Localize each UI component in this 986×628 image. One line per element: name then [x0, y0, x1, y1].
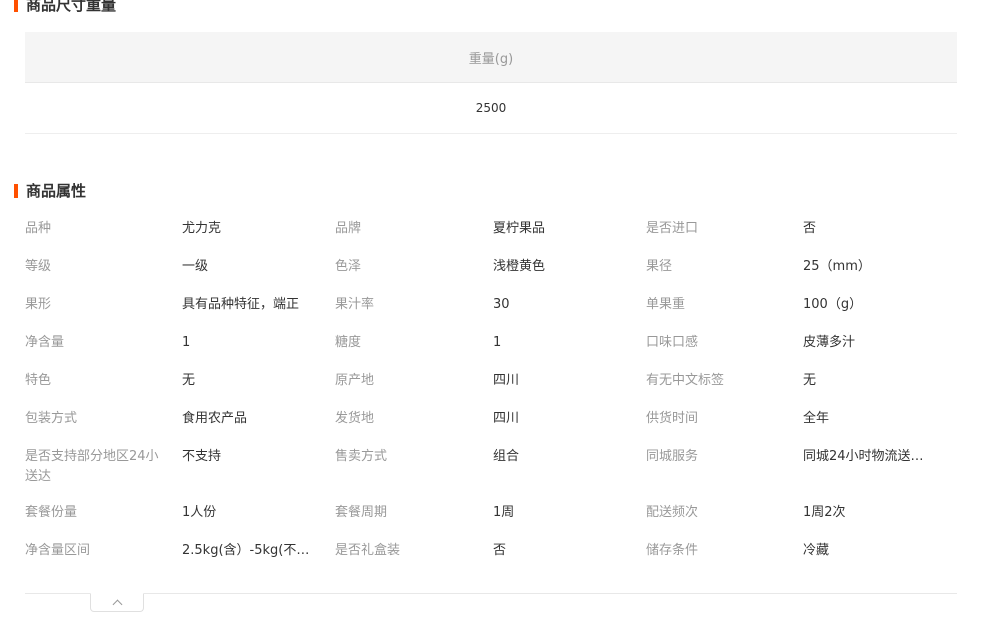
attribute-label: 售卖方式 — [335, 449, 388, 464]
attribute-value: 25（mm） — [803, 259, 871, 274]
attribute-label: 有无中文标签 — [646, 373, 725, 388]
attribute-label: 单果重 — [646, 297, 686, 312]
attribute-value: 不支持 — [182, 449, 222, 464]
collapse-button[interactable] — [90, 593, 144, 612]
attribute-value: 冷藏 — [803, 543, 830, 558]
weight-value: 2500 — [25, 83, 957, 134]
attributes-grid: 品种 尤力克 品牌 夏柠果品 是否进口否等级 一级 色泽 浅橙黄色 果径 25（mm） 果形 具有品种… — [25, 208, 957, 568]
attribute-row: 特色 无 原产地 四川 有无中文标签 无 — [25, 360, 957, 398]
attribute-row: 套餐份量 1人份 套餐周期 1周 配送频次 1周2次 — [25, 492, 957, 530]
attribute-label: 配送频次 — [646, 505, 699, 520]
attribute-value: 1 — [182, 335, 191, 350]
attribute-label: 果径 — [646, 259, 673, 274]
weight-column-header: 重量(g) — [25, 32, 957, 83]
attribute-row: 包装方式 食用农产品 发货地 四川 供货时间 全年 — [25, 398, 957, 436]
attribute-label: 储存条件 — [646, 543, 699, 558]
attribute-label: 品牌 — [335, 221, 362, 236]
attribute-label: 糖度 — [335, 335, 362, 350]
attribute-value: 无 — [803, 373, 817, 388]
attribute-label: 特色 — [25, 373, 52, 388]
attribute-label: 果形 — [25, 297, 52, 312]
attribute-row: 果形 具有品种特征，端正 果汁率 30 单果重 100（g） — [25, 284, 957, 322]
attribute-value: 皮薄多汁 — [803, 335, 856, 350]
attribute-value: 同城24小时物流送货... — [803, 449, 933, 464]
attribute-value: 2.5kg(含）-5kg(不含) — [182, 543, 312, 558]
attribute-value: 浅橙黄色 — [493, 259, 546, 274]
attribute-label: 原产地 — [335, 373, 375, 388]
attribute-label: 供货时间 — [646, 411, 699, 426]
attribute-value: 否 — [493, 543, 507, 558]
attribute-value: 1人份 — [182, 505, 217, 520]
attribute-label: 品种 — [25, 221, 52, 236]
attribute-label: 发货地 — [335, 411, 375, 426]
attribute-label: 包装方式 — [25, 411, 78, 426]
attribute-row: 是否支持部分地区24小送达 不支持 售卖方式 组合 同城服务 同城24小时物流送货... — [25, 436, 957, 492]
attribute-label: 套餐周期 — [335, 505, 388, 520]
attribute-value: 组合 — [493, 449, 520, 464]
attribute-value: 尤力克 — [182, 221, 222, 236]
chevron-up-icon — [112, 599, 122, 609]
attribute-label: 是否礼盒装 — [335, 543, 401, 558]
section-title-attributes: 商品属性 — [14, 182, 86, 200]
attribute-value: 四川 — [493, 411, 520, 426]
attribute-label: 净含量 — [25, 335, 65, 350]
section-title-size-weight: 商品尺寸重量 — [14, 0, 116, 14]
divider — [25, 593, 957, 594]
attribute-value: 否 — [803, 221, 817, 236]
attribute-value: 无 — [182, 373, 196, 388]
attribute-row: 净含量区间 2.5kg(含）-5kg(不含) 是否礼盒装 否 储存条件 冷藏 — [25, 530, 957, 568]
attribute-label: 是否支持部分地区24小送达 — [25, 449, 159, 484]
attribute-label: 等级 — [25, 259, 52, 274]
attribute-value: 全年 — [803, 411, 830, 426]
attribute-label: 是否进口 — [646, 221, 699, 236]
attribute-value: 1周 — [493, 505, 515, 520]
attribute-label: 口味口感 — [646, 335, 699, 350]
attribute-value: 夏柠果品 — [493, 221, 546, 236]
attribute-value: 四川 — [493, 373, 520, 388]
attribute-row: 品种 尤力克 品牌 夏柠果品 是否进口 否 — [25, 208, 957, 246]
attribute-value: 1周2次 — [803, 505, 846, 520]
attribute-label: 同城服务 — [646, 449, 699, 464]
size-weight-table: 重量(g) 2500 — [25, 32, 957, 134]
attribute-row: 等级 一级 色泽 浅橙黄色 果径 25（mm） — [25, 246, 957, 284]
attribute-value: 1 — [493, 335, 502, 350]
attribute-label: 套餐份量 — [25, 505, 78, 520]
attribute-value: 30 — [493, 297, 510, 312]
attribute-value: 具有品种特征，端正 — [182, 297, 300, 312]
attribute-label: 果汁率 — [335, 297, 375, 312]
attribute-label: 色泽 — [335, 259, 362, 274]
attribute-value: 100（g） — [803, 297, 863, 312]
attribute-value: 食用农产品 — [182, 411, 248, 426]
attribute-row: 净含量 1 糖度 1 口味口感 皮薄多汁 — [25, 322, 957, 360]
attribute-value: 一级 — [182, 259, 209, 274]
attribute-label: 净含量区间 — [25, 543, 91, 558]
